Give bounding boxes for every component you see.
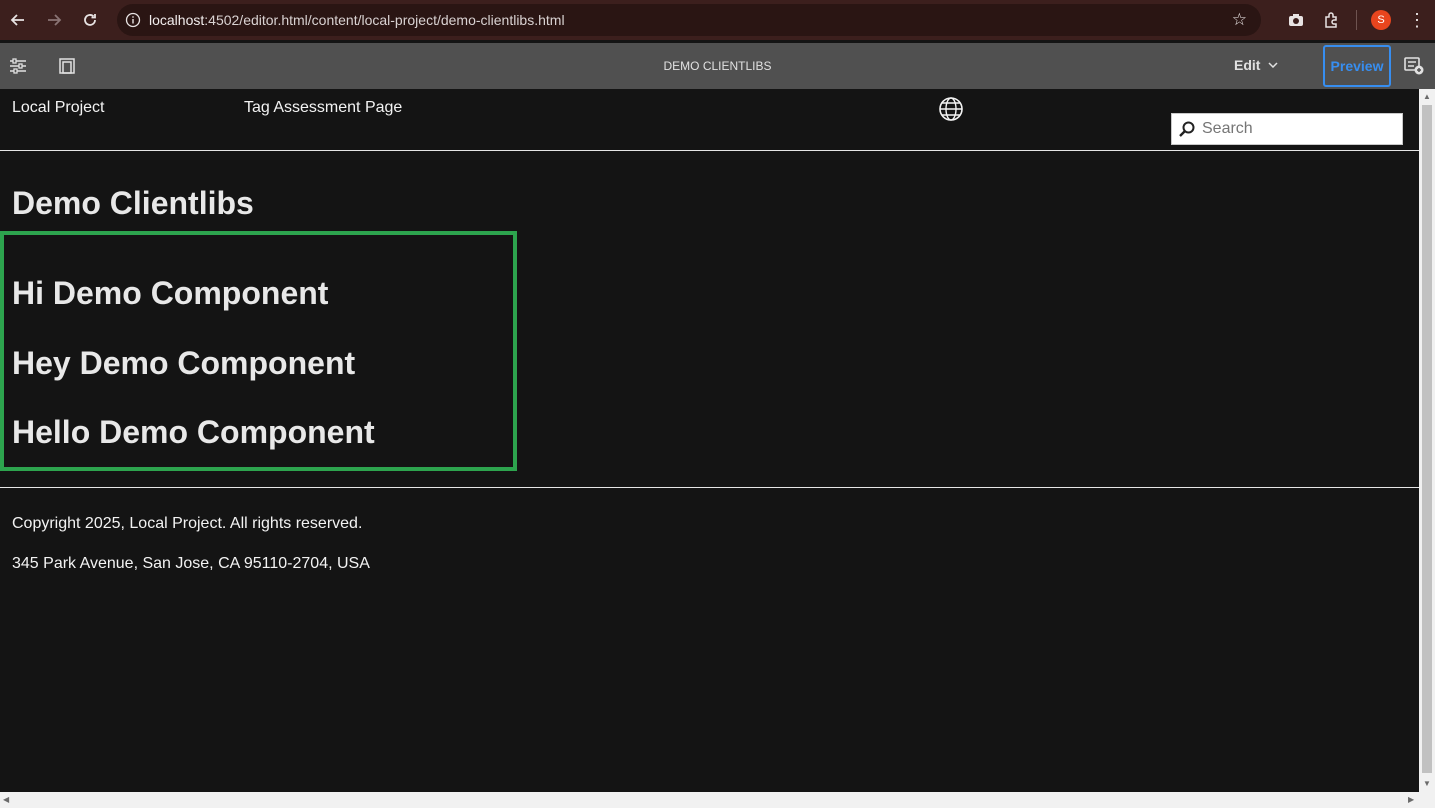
- search-box[interactable]: [1171, 113, 1403, 145]
- address-bar[interactable]: localhost:4502/editor.html/content/local…: [117, 4, 1261, 36]
- vertical-scrollbar[interactable]: ▲ ▼: [1419, 89, 1435, 792]
- page-title-label: DEMO CLIENTLIBS: [663, 59, 772, 73]
- scrollbar-thumb[interactable]: [1422, 105, 1432, 773]
- more-menu-icon[interactable]: ⋮: [1399, 0, 1435, 40]
- address-text: 345 Park Avenue, San Jose, CA 95110-2704…: [12, 555, 370, 572]
- extensions-icon[interactable]: [1314, 0, 1350, 40]
- arrow-right-icon: [48, 14, 62, 26]
- component-heading: Hey Demo Component: [12, 345, 356, 381]
- browser-actions: S ⋮: [1278, 0, 1435, 40]
- forward-button[interactable]: [36, 0, 72, 40]
- url-text: localhost:4502/editor.html/content/local…: [149, 12, 565, 28]
- preview-button[interactable]: Preview: [1323, 45, 1391, 87]
- scroll-left-icon[interactable]: ◀: [3, 795, 9, 804]
- site-brand-link[interactable]: Local Project: [12, 99, 105, 117]
- page-information-icon[interactable]: [43, 43, 91, 89]
- demo-component-container[interactable]: Hi Demo Component Hey Demo Component Hel…: [0, 231, 517, 471]
- page-title: Demo Clientlibs: [12, 185, 254, 221]
- component-heading: Hi Demo Component: [12, 275, 329, 311]
- browser-toolbar: localhost:4502/editor.html/content/local…: [0, 0, 1435, 40]
- avatar: S: [1371, 10, 1391, 30]
- page-content: Local Project Tag Assessment Page Demo C…: [0, 89, 1419, 792]
- site-header: Local Project Tag Assessment Page: [0, 89, 1419, 151]
- back-button[interactable]: [0, 0, 36, 40]
- scroll-up-icon[interactable]: ▲: [1423, 92, 1431, 101]
- nav-link-tag-assessment[interactable]: Tag Assessment Page: [244, 99, 402, 117]
- mode-label: Edit: [1234, 57, 1261, 73]
- reload-button[interactable]: [72, 0, 108, 40]
- site-footer: Copyright 2025, Local Project. All right…: [0, 487, 1419, 572]
- toolbar-divider: [1356, 10, 1357, 30]
- globe-icon[interactable]: [938, 96, 964, 122]
- bookmark-star-icon[interactable]: ☆: [1232, 10, 1247, 30]
- annotate-icon[interactable]: [1400, 43, 1428, 89]
- mode-selector[interactable]: Edit: [1234, 57, 1278, 73]
- side-panel-toggle-icon[interactable]: [0, 43, 42, 89]
- screenshot-icon[interactable]: [1278, 0, 1314, 40]
- search-icon: [1172, 121, 1202, 137]
- reload-icon: [84, 14, 96, 26]
- profile-avatar[interactable]: S: [1363, 0, 1399, 40]
- arrow-left-icon: [10, 14, 24, 26]
- chevron-down-icon: [1268, 62, 1278, 68]
- component-heading: Hello Demo Component: [12, 414, 375, 450]
- horizontal-scrollbar[interactable]: ◀ ▶: [0, 792, 1435, 808]
- copyright-text: Copyright 2025, Local Project. All right…: [12, 515, 363, 532]
- scroll-right-icon[interactable]: ▶: [1408, 795, 1414, 804]
- scroll-down-icon[interactable]: ▼: [1423, 779, 1431, 788]
- search-input[interactable]: [1202, 120, 1392, 138]
- editor-toolbar: DEMO CLIENTLIBS Edit: [0, 43, 1435, 89]
- site-info-icon[interactable]: [117, 12, 149, 28]
